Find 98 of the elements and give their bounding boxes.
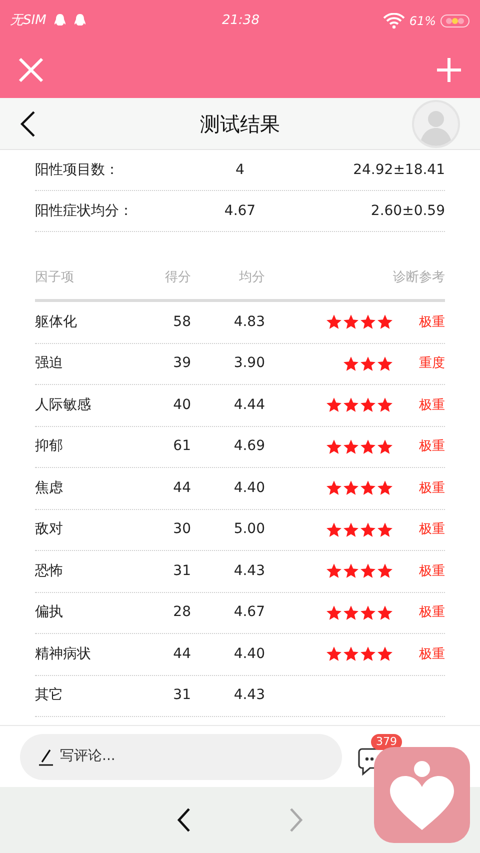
star-icon: [343, 438, 359, 455]
severity-text: 重度: [418, 355, 445, 373]
star-icon: [326, 314, 342, 330]
star-icon: [360, 522, 376, 538]
mean-cell-text: 5.00: [232, 520, 265, 540]
severity-text: 极重: [418, 438, 445, 456]
comment-field[interactable]: 写评论...: [20, 734, 342, 780]
battery-icon: [440, 14, 470, 28]
comment-placeholder: 写评论...: [60, 747, 116, 766]
mean-cell-text: 4.69: [232, 437, 265, 456]
factor-cell-text: 精神病状: [35, 644, 92, 664]
severity-text: 极重: [418, 646, 445, 664]
star-icon: [326, 480, 342, 496]
star-icon: [326, 604, 342, 621]
mean-cell-text: 4.40: [232, 478, 265, 498]
back-icon[interactable]: [176, 807, 192, 833]
factor-cell-text: 其它: [35, 686, 64, 706]
star-icon: [360, 604, 376, 621]
summary-value: 4: [234, 160, 246, 180]
score-cell-text: 61: [172, 437, 191, 456]
star-icon: [343, 522, 359, 538]
forward-icon[interactable]: [288, 807, 304, 833]
mean-cell-text: 4.67: [232, 603, 265, 622]
mean-cell-text: 3.90: [232, 354, 265, 374]
page-title: 测试结果: [199, 110, 281, 138]
factor-cell-text: 躯体化: [35, 312, 78, 332]
score-cell-text: 40: [172, 396, 191, 415]
star-icon: [360, 646, 376, 662]
mean-cell-text: 4.83: [232, 312, 265, 332]
score-cell-text: 31: [172, 686, 191, 706]
summary-reference: 2.60±0.59: [370, 202, 445, 220]
column-header: 诊断参考: [393, 269, 445, 288]
star-icon: [343, 563, 359, 580]
factor-cell-text: 强迫: [35, 354, 64, 374]
star-icon: [377, 522, 393, 538]
summary-value: 4.67: [223, 202, 257, 220]
battery-text: 61%: [409, 13, 436, 30]
factor-cell-text: 恐怖: [35, 562, 64, 581]
mean-cell-text: 4.44: [232, 396, 265, 415]
clock-text: 21:38: [222, 12, 260, 30]
carrier-text: 无SIM: [10, 12, 46, 30]
star-icon: [326, 522, 342, 538]
star-icon: [360, 314, 376, 330]
wifi-icon: [383, 13, 406, 29]
star-icon: [326, 646, 342, 662]
factor-cell-text: 人际敏感: [35, 396, 92, 415]
star-icon: [326, 438, 342, 455]
factor-cell-text: 焦虑: [35, 478, 64, 498]
star-icon: [326, 563, 342, 580]
star-icon: [377, 563, 393, 580]
summary-label: 阳性项目数：: [35, 160, 120, 180]
star-icon: [343, 604, 359, 621]
column-header: 因子项: [35, 269, 75, 288]
star-icon: [377, 480, 393, 496]
column-header: 得分: [164, 269, 191, 288]
star-icon: [360, 356, 376, 372]
factor-cell-text: 敌对: [35, 520, 64, 540]
back-icon[interactable]: [20, 110, 36, 138]
star-icon: [360, 438, 376, 455]
score-cell-text: 30: [172, 520, 191, 540]
score-cell-text: 28: [172, 603, 191, 622]
score-cell-text: 44: [172, 478, 191, 498]
score-cell-text: 39: [172, 354, 191, 374]
mean-cell-text: 4.43: [232, 686, 265, 706]
close-icon[interactable]: [18, 57, 44, 83]
severity-text: 极重: [418, 521, 445, 539]
star-icon: [377, 438, 393, 455]
pencil-icon: [38, 748, 54, 766]
severity-text: 极重: [418, 562, 445, 580]
add-icon[interactable]: [436, 57, 462, 83]
severity-text: 极重: [418, 604, 445, 622]
summary-label: 阳性症状均分：: [35, 202, 134, 220]
mean-cell-text: 4.40: [232, 644, 265, 664]
star-icon: [377, 314, 393, 330]
star-icon: [343, 480, 359, 496]
star-icon: [343, 356, 359, 372]
severity-text: 极重: [418, 396, 445, 414]
star-icon: [377, 356, 393, 372]
severity-text: 极重: [418, 314, 445, 332]
summary-reference: 24.92±18.41: [353, 160, 445, 180]
score-cell-text: 44: [172, 644, 191, 664]
star-icon: [377, 604, 393, 621]
factor-cell-text: 偏执: [35, 603, 64, 622]
star-icon: [360, 563, 376, 580]
star-icon: [343, 646, 359, 662]
mean-cell-text: 4.43: [232, 562, 265, 581]
star-icon: [326, 397, 342, 414]
score-cell-text: 31: [172, 562, 191, 581]
severity-text: 极重: [418, 480, 445, 498]
star-icon: [377, 397, 393, 414]
star-icon: [377, 646, 393, 662]
star-icon: [360, 480, 376, 496]
star-icon: [343, 397, 359, 414]
star-icon: [343, 314, 359, 330]
score-cell-text: 58: [172, 312, 191, 332]
column-header: 均分: [238, 269, 265, 288]
factor-cell-text: 抑郁: [35, 437, 64, 456]
star-icon: [360, 397, 376, 414]
